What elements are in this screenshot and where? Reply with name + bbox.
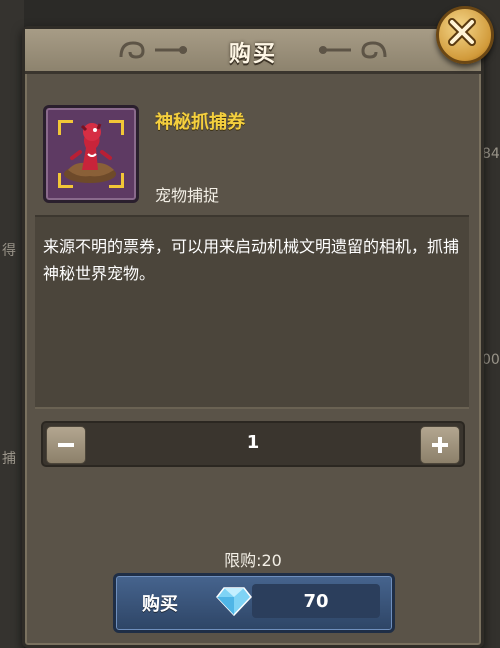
- buy-price: 70: [303, 591, 329, 612]
- item-name: 神秘抓捕券: [155, 112, 245, 133]
- capture-ticket-icon: [64, 123, 116, 183]
- item-description: 来源不明的票券，可以用来启动机械文明遗留的相机，抓捕神秘世界宠物。: [43, 237, 460, 283]
- price-box: 70: [252, 584, 380, 618]
- purchase-limit: 限购:20: [224, 551, 282, 570]
- background-left: [0, 0, 24, 648]
- quantity-increase-button[interactable]: [420, 426, 460, 464]
- dialog-title: 购买: [228, 42, 277, 67]
- quantity-value[interactable]: 1: [93, 432, 413, 453]
- item-icon-frame: [43, 105, 139, 203]
- background-text: 84: [482, 146, 500, 162]
- background-text: 00: [482, 352, 500, 368]
- diamond-icon: [216, 587, 252, 616]
- buy-button-label: 购买: [142, 594, 178, 615]
- ornament-swirl-icon: [361, 41, 387, 59]
- close-button[interactable]: [436, 6, 494, 64]
- plus-icon: [432, 437, 448, 453]
- close-x-icon: [448, 18, 476, 46]
- quantity-stepper: 1: [41, 421, 465, 467]
- quantity-decrease-button[interactable]: [46, 426, 86, 464]
- buy-button[interactable]: 购买 70: [113, 573, 395, 633]
- purchase-dialog: 购买 神秘抓捕券 宠物捕捉 来源不明的票券，可以用来启动机械文明遗留的相机，抓捕…: [22, 26, 484, 648]
- ornament-swirl-icon: [319, 46, 351, 54]
- dialog-header: 购买: [25, 29, 481, 74]
- background-text: 捕: [2, 451, 16, 467]
- background-text: 得: [2, 243, 16, 259]
- minus-icon: [58, 443, 74, 447]
- description-box: 来源不明的票券，可以用来启动机械文明遗留的相机，抓捕神秘世界宠物。: [35, 215, 469, 409]
- item-type: 宠物捕捉: [155, 186, 220, 205]
